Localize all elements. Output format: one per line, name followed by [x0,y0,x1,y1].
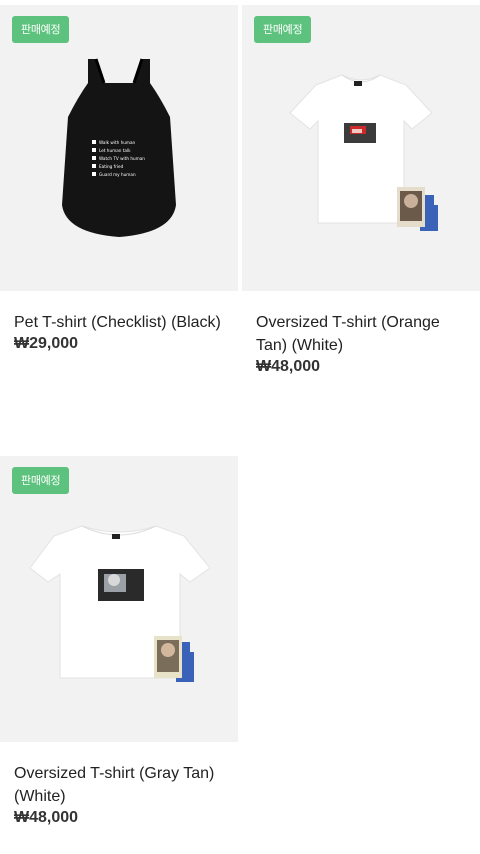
checklist-text-1: Walk with human [99,140,136,145]
product-price: ₩48,000 [14,809,79,826]
product-card-pet-tshirt[interactable]: 판매예정 Walk with human Let human talk Watc… [0,5,238,353]
checklist-text-2: Let human talk [99,148,131,153]
checklist-text-5: Guard my human [99,172,136,177]
sale-status-badge: 판매예정 [12,467,70,494]
checklist-text-4: Eating fried [99,164,124,169]
sale-status-badge: 판매예정 [12,16,70,43]
tshirt-illustration [289,74,438,231]
product-image[interactable]: 판매예정 [0,456,238,742]
sale-status-badge: 판매예정 [254,16,312,43]
checklist-text-3: Watch TV with human [99,156,145,161]
product-title[interactable]: Oversized T-shirt (Gray Tan) (White) [0,762,238,808]
product-title[interactable]: Oversized T-shirt (Orange Tan) (White) [242,311,480,357]
product-price: ₩48,000 [256,358,321,375]
product-image[interactable]: 판매예정 [242,5,480,291]
product-price: ₩29,000 [14,335,79,352]
tshirt-illustration [29,525,211,682]
product-image[interactable]: 판매예정 Walk with human Let human talk Watc… [0,5,238,291]
product-title[interactable]: Pet T-shirt (Checklist) (Black) [0,311,238,334]
pet-tshirt-illustration: Walk with human Let human talk Watch TV … [62,58,176,237]
product-card-gray-tan-tshirt[interactable]: 판매예정 Oversized T-shirt (Gray Tan) (White… [0,456,238,827]
product-card-orange-tan-tshirt[interactable]: 판매예정 Oversized T-shirt (Orange Tan) (Whi… [242,5,480,376]
